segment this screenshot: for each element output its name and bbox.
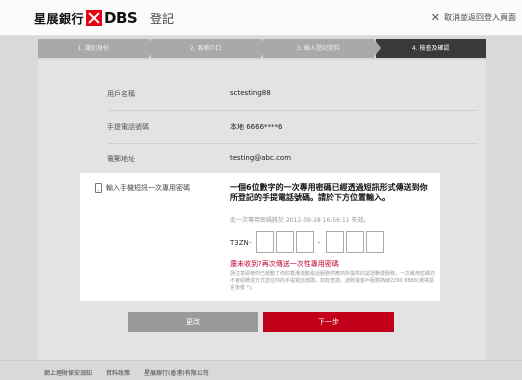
otp-label: 輸入手機短訊一次專用密碼 [95,183,190,193]
cancel-label: 取消並返回登入頁面 [444,13,516,22]
logo-english-text: DBS [104,9,138,27]
footer-link-security[interactable]: 網上理財保安須知 [44,368,92,377]
mobile-phone-icon [95,183,102,193]
otp-dash: - [318,239,321,247]
step-1: 1. 識別身份 [38,39,155,58]
otp-section: 輸入手機短訊一次專用密碼 一個6位數字的一次專用密碼已經透過短訊形式傳送到你所登… [80,173,440,301]
step-2: 2. 客賬戶口 [150,39,268,58]
otp-label-text: 輸入手機短訊一次專用密碼 [106,184,190,192]
otp-digit-2[interactable] [276,231,294,253]
dbs-x-icon [86,10,103,26]
email-value: testing@abc.com [230,154,292,162]
otp-instruction: 一個6位數字的一次專用密碼已經透過短訊形式傳送到你所登記的手提電話號碼。請於下方… [230,183,428,202]
otp-digit-1[interactable] [256,231,274,253]
close-icon: ✕ [430,10,440,24]
otp-expiry: 此一次專用密碼將於 2012-09-28 16:56:11 失效。 [230,217,370,224]
divider [108,143,478,144]
mobile-label: 手提電話號碼 [107,123,149,131]
page-title: 登記 [150,12,175,26]
next-button[interactable]: 下一步 [263,312,394,332]
otp-digit-4[interactable] [326,231,344,253]
step-3: 3. 輸入登記資料 [263,39,380,58]
divider [108,110,478,111]
step-4: 4. 檢查及確認 [375,39,486,58]
cancel-link[interactable]: ✕ 取消並返回登入頁面 [431,12,516,23]
otp-prefix: T3ZN [230,239,249,247]
otp-digit-3[interactable] [296,231,314,253]
mobile-value: 本地 6666****6 [230,123,283,131]
logo-chinese-text: 星展銀行 [34,11,85,26]
username-value: sctesting88 [230,89,271,97]
dbs-logo: 星展銀行 DBS [34,9,138,27]
otp-digit-6[interactable] [366,231,384,253]
footer-link-company[interactable]: 星展銀行(香港)有限公司 [144,368,209,377]
progress-steps: 1. 識別身份 2. 客賬戶口 3. 輸入登記資料 4. 檢查及確認 [38,39,486,58]
otp-dash: - [249,239,252,247]
footer-link-policy[interactable]: 資料政策 [106,368,130,377]
back-button[interactable]: 更改 [128,312,258,332]
otp-note: 請注意即使你已啟動了你的香港流動電話服務供應商所提供的認證轉漫服務，一次專用密碼… [230,271,436,291]
resend-otp-link[interactable]: 還未收到?再次傳送一次性專用密碼 [230,259,339,269]
email-label: 電郵地址 [107,155,135,163]
header: 星展銀行 DBS 登記 ✕ 取消並返回登入頁面 [0,0,522,36]
otp-digit-5[interactable] [346,231,364,253]
username-label: 用戶名稱 [107,90,135,98]
footer: 網上理財保安須知 資料政策 星展銀行(香港)有限公司 [0,360,522,380]
